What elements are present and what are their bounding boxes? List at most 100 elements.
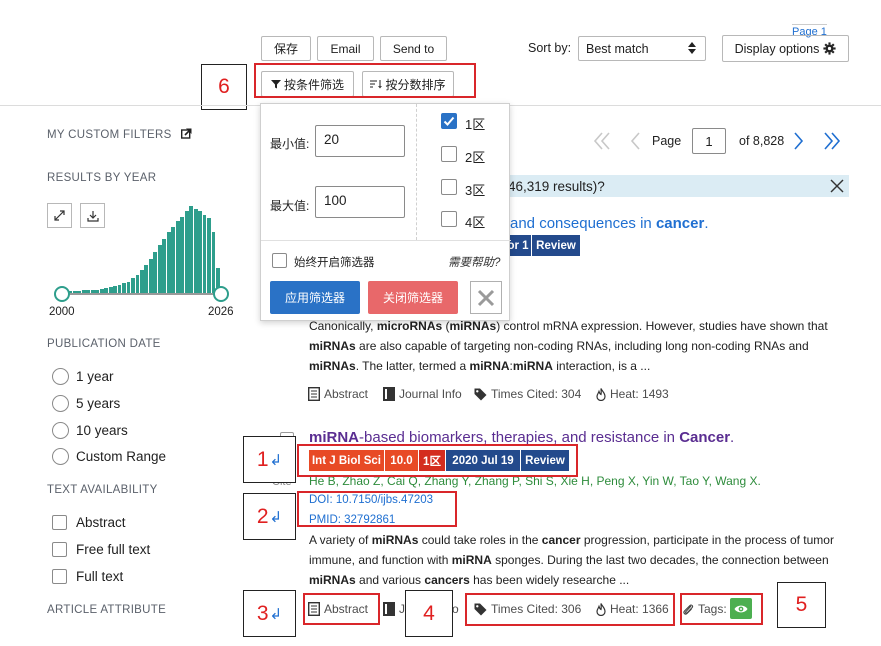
result1-tag-review: Review [532, 235, 580, 256]
checkbox-full-text[interactable] [52, 569, 67, 584]
zone-4-label: 4区 [465, 215, 486, 230]
article-attribute-heading: ARTICLE ATTRIBUTE [47, 604, 167, 616]
checkbox-free-full-text[interactable] [52, 542, 67, 557]
histogram-bar [131, 278, 135, 294]
histogram-bar [189, 206, 194, 294]
callout-6: 6 [201, 64, 247, 110]
callout-4: 4 [405, 590, 453, 637]
close-filter-button[interactable]: 关闭筛选器 [368, 281, 458, 314]
callout-box-5 [680, 593, 763, 625]
save-button[interactable]: 保存 [261, 36, 311, 61]
checkbox-abstract[interactable] [52, 515, 67, 530]
suggestion-text[interactable]: 46,319 results)? [508, 179, 605, 194]
close-icon [477, 289, 495, 307]
label-custom-range: Custom Range [76, 449, 167, 464]
next-page-icon[interactable] [793, 131, 805, 154]
result1-journal-info[interactable]: Journal Info [383, 387, 462, 401]
clear-filter-button[interactable] [470, 281, 502, 314]
label-5-years: 5 years [76, 396, 121, 411]
zone-2-checkbox[interactable] [441, 146, 457, 162]
histogram-bar [148, 258, 153, 294]
label-1-year: 1 year [76, 369, 114, 384]
flame-icon [596, 387, 610, 401]
year-slider-end-handle[interactable] [213, 286, 229, 302]
zone-1-label: 1区 [465, 117, 486, 132]
zone-4-checkbox[interactable] [441, 211, 457, 227]
min-value-input[interactable]: 20 [315, 125, 405, 157]
histogram-bar [193, 208, 198, 294]
gear-icon [823, 42, 836, 55]
callout-box-2 [297, 491, 457, 527]
result1-abstract-link[interactable]: Abstract [308, 387, 368, 401]
sort-label: Sort by: [528, 41, 572, 55]
callout-box-1 [297, 444, 578, 477]
radio-5-years[interactable] [52, 395, 69, 412]
result1-title[interactable]: and consequences in cancer. [510, 215, 709, 232]
histogram-bar [202, 214, 207, 294]
radio-custom-range[interactable] [52, 448, 69, 465]
prev-page-icon[interactable] [629, 131, 641, 154]
sort-select[interactable]: Best match [578, 36, 706, 61]
radio-10-years[interactable] [52, 422, 69, 439]
result1-heat: Heat: 1493 [596, 387, 669, 401]
return-arrow-icon: ↲ [269, 508, 283, 526]
result1-times-cited: Times Cited: 304 [474, 387, 581, 401]
book-icon [308, 387, 324, 401]
histogram-bar [166, 232, 171, 294]
histogram-bar [135, 274, 140, 294]
histogram-bar [175, 220, 180, 294]
zone-3-checkbox[interactable] [441, 179, 457, 195]
display-options-label: Display options [734, 41, 820, 56]
text-availability-heading: TEXT AVAILABILITY [47, 484, 158, 496]
zone-1-checkbox[interactable] [441, 113, 457, 129]
page-label: Page [652, 134, 682, 148]
filter-popup: 最小值: 20 最大值: 100 1区 2区 3区 4区 始终开启筛选器 需要帮… [260, 103, 511, 321]
page-total-label: of 8,828 [739, 134, 785, 148]
radio-1-year[interactable] [52, 368, 69, 385]
label-10-years: 10 years [76, 423, 128, 438]
journal-icon [383, 602, 399, 616]
popup-horizontal-divider [261, 240, 511, 241]
max-value-input[interactable]: 100 [315, 186, 405, 218]
zone-2-label: 2区 [465, 150, 486, 165]
sort-value: Best match [586, 41, 649, 56]
year-slider-track[interactable] [55, 293, 225, 295]
callout-2: 2 ↲ [243, 493, 296, 540]
label-abstract: Abstract [76, 515, 126, 530]
callout-box-4 [465, 593, 675, 626]
display-options-button[interactable]: Display options [722, 35, 849, 62]
callout-1: 1 ↲ [243, 436, 296, 483]
callout-box-6 [254, 63, 476, 98]
year-start-label: 2000 [49, 306, 75, 318]
histogram-bar [211, 232, 216, 294]
popup-vertical-divider [416, 104, 417, 240]
always-on-label: 始终开启筛选器 [294, 257, 375, 269]
page-number-input[interactable]: 1 [692, 128, 726, 154]
label-full-text: Full text [76, 569, 124, 584]
histogram-bar [153, 251, 158, 294]
return-arrow-icon: ↲ [269, 605, 283, 623]
external-link-icon [181, 128, 192, 139]
max-value-label: 最大值: [270, 199, 310, 213]
histogram-bar [162, 238, 167, 294]
journal-icon [383, 387, 399, 401]
histogram-bar [144, 264, 149, 294]
callout-3: 3 ↲ [243, 590, 296, 637]
zone-3-label: 3区 [465, 183, 486, 198]
result2-abstract-snippet: A variety of miRNAs could take roles in … [309, 533, 834, 587]
results-by-year-heading: RESULTS BY YEAR [47, 172, 157, 184]
always-on-checkbox[interactable] [272, 253, 287, 268]
tag-icon [474, 388, 491, 401]
year-slider-start-handle[interactable] [54, 286, 70, 302]
first-page-icon[interactable] [593, 131, 611, 154]
last-page-icon[interactable] [823, 131, 841, 154]
apply-filter-button[interactable]: 应用筛选器 [270, 281, 360, 314]
my-custom-filters-heading[interactable]: MY CUSTOM FILTERS [47, 128, 192, 141]
help-link[interactable]: 需要帮助? [448, 254, 500, 270]
result2-journal-info[interactable]: J [383, 602, 405, 616]
close-suggestion-icon[interactable] [830, 179, 844, 196]
histogram-bar [207, 218, 211, 294]
histogram-bar [171, 227, 176, 294]
send-to-button[interactable]: Send to [380, 36, 447, 61]
email-button[interactable]: Email [317, 36, 374, 61]
